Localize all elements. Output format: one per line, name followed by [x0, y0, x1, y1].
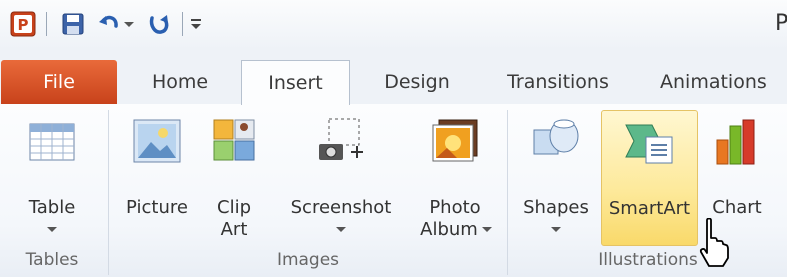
undo-dropdown-icon[interactable]: [122, 9, 136, 39]
screenshot-dropdown-icon: [336, 227, 346, 232]
smartart-button[interactable]: SmartArt: [601, 110, 698, 246]
picture-button[interactable]: Picture: [114, 110, 200, 244]
photo-album-icon: [427, 116, 483, 168]
shapes-button[interactable]: Shapes: [514, 110, 598, 244]
customize-qat-icon[interactable]: [188, 9, 204, 39]
group-label-images: Images: [276, 250, 340, 270]
chart-label: Chart: [712, 197, 762, 218]
undo-icon[interactable]: [96, 9, 122, 39]
svg-text:P: P: [18, 16, 29, 34]
picture-icon: [129, 116, 185, 168]
clip-art-icon: [206, 116, 262, 168]
shapes-dropdown-icon: [551, 227, 561, 232]
tab-file[interactable]: File: [1, 60, 117, 104]
tab-insert[interactable]: Insert: [241, 60, 350, 105]
clip-art-button[interactable]: Clip Art: [204, 110, 264, 244]
mouse-pointer-icon: [695, 217, 731, 268]
tab-animations[interactable]: Animations: [648, 60, 787, 104]
group-separator: [507, 110, 508, 275]
ribbon-insert: Table Tables Picture Clip Art Screenshot…: [0, 104, 787, 277]
table-dropdown-icon: [47, 227, 57, 232]
screenshot-label: Screenshot: [290, 197, 392, 218]
photo-album-button[interactable]: Photo Album: [410, 110, 500, 244]
qat-separator: [182, 12, 183, 36]
redo-icon[interactable]: [146, 9, 172, 39]
smartart-label: SmartArt: [608, 198, 691, 219]
shapes-icon: [528, 116, 584, 168]
photo-album-label-line1: Photo: [429, 197, 481, 218]
photo-album-dropdown-icon: [482, 227, 492, 232]
chart-icon: [709, 116, 765, 168]
smartart-icon: [622, 117, 678, 169]
group-label-tables: Tables: [25, 250, 79, 270]
picture-label: Picture: [126, 197, 188, 218]
tab-design[interactable]: Design: [360, 60, 474, 104]
table-label: Table: [28, 197, 76, 218]
table-icon: [24, 116, 80, 168]
tab-transitions[interactable]: Transitions: [485, 60, 631, 104]
screenshot-icon: [313, 116, 369, 168]
group-separator: [108, 110, 109, 275]
table-button[interactable]: Table: [6, 110, 98, 244]
group-label-illustrations: Illustrations: [598, 250, 698, 270]
screenshot-button[interactable]: Screenshot: [278, 110, 404, 244]
clip-art-label-line2: Art: [220, 219, 248, 240]
window-title-fragment: P: [775, 11, 787, 36]
shapes-label: Shapes: [523, 197, 589, 218]
ribbon-tab-row: File Home Insert Design Transitions Anim…: [0, 50, 787, 105]
tab-home[interactable]: Home: [127, 60, 233, 104]
powerpoint-logo-icon[interactable]: P: [8, 9, 38, 39]
clip-art-label-line1: Clip: [217, 197, 251, 218]
quick-access-toolbar: P P: [0, 0, 787, 50]
qat-separator: [46, 12, 47, 36]
save-icon[interactable]: [58, 9, 88, 39]
